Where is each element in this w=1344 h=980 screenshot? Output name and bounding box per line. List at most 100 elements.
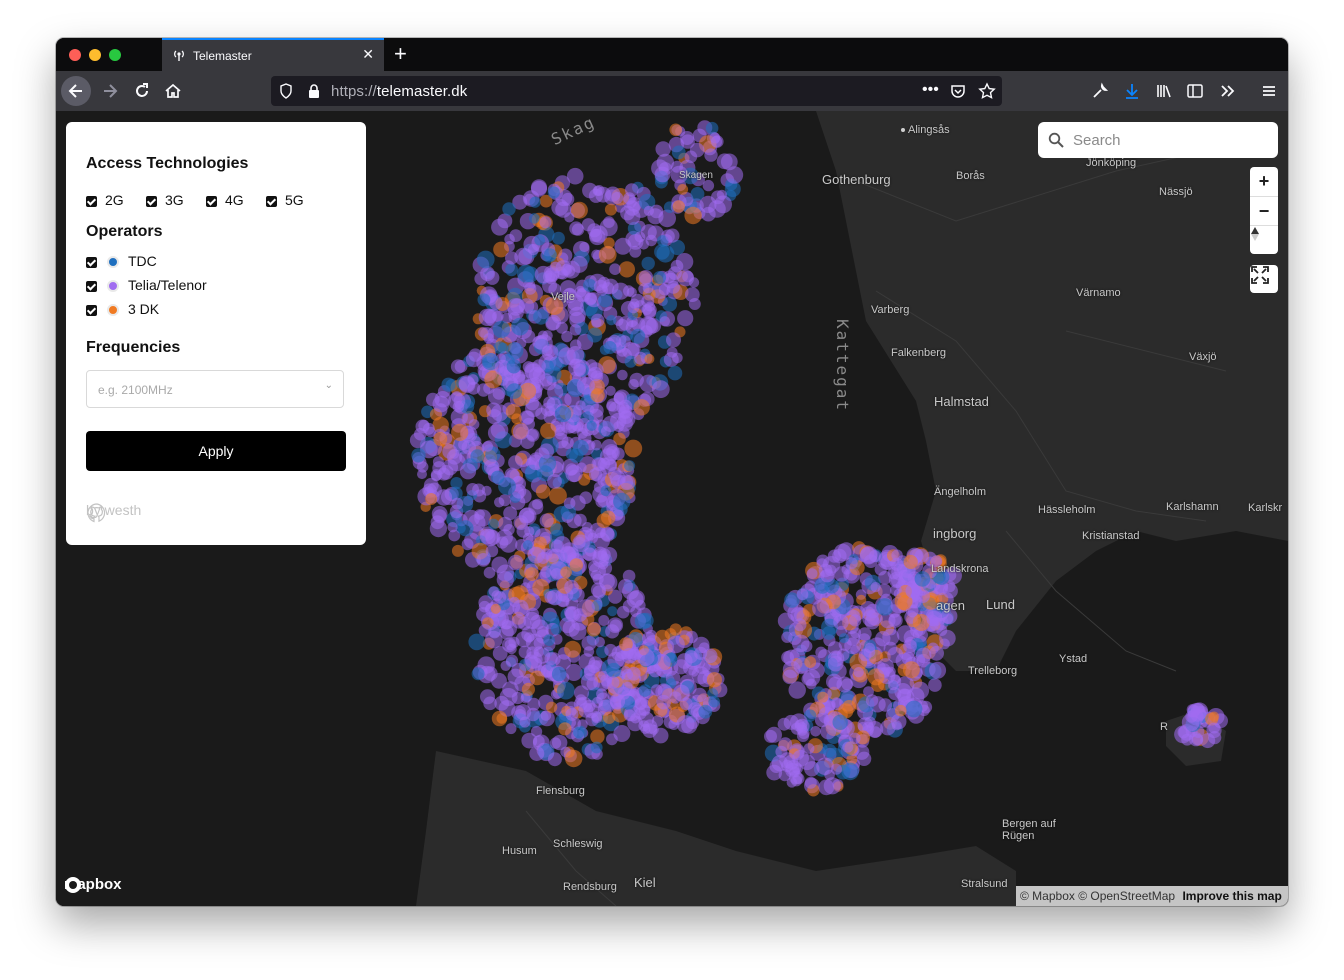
cell-site-marker[interactable] xyxy=(641,256,655,271)
cell-site-marker[interactable] xyxy=(494,695,510,711)
cell-site-marker[interactable] xyxy=(905,700,923,718)
cell-site-marker[interactable] xyxy=(592,573,604,585)
attribution-text[interactable]: © Mapbox © OpenStreetMap xyxy=(1020,889,1175,903)
checkbox-icon[interactable] xyxy=(86,304,97,316)
cell-site-marker[interactable] xyxy=(491,218,509,236)
cell-site-marker[interactable] xyxy=(554,426,568,440)
cell-site-marker[interactable] xyxy=(506,359,521,374)
cell-site-marker[interactable] xyxy=(506,383,523,399)
cell-site-marker[interactable] xyxy=(915,647,932,664)
cell-site-marker[interactable] xyxy=(505,263,518,277)
compass-button[interactable] xyxy=(1250,225,1278,255)
cell-site-marker[interactable] xyxy=(543,396,556,409)
cell-site-marker[interactable] xyxy=(447,522,458,533)
cell-site-marker[interactable] xyxy=(573,726,585,739)
cell-site-marker[interactable] xyxy=(793,618,807,632)
lock-icon[interactable] xyxy=(307,83,321,99)
cell-site-marker[interactable] xyxy=(667,365,683,381)
cell-site-marker[interactable] xyxy=(491,404,509,422)
cell-site-marker[interactable] xyxy=(478,600,491,613)
tech-2g-checkbox[interactable]: 2G xyxy=(86,192,124,208)
cell-site-marker[interactable] xyxy=(494,497,505,508)
cell-site-marker[interactable] xyxy=(539,216,552,229)
cell-site-marker[interactable] xyxy=(817,691,829,703)
cell-site-marker[interactable] xyxy=(856,751,872,766)
cell-site-marker[interactable] xyxy=(816,554,830,568)
cell-site-marker[interactable] xyxy=(684,287,700,302)
cell-site-marker[interactable] xyxy=(525,567,539,581)
minimize-window-button[interactable] xyxy=(89,49,101,61)
zoom-out-button[interactable]: − xyxy=(1250,196,1278,226)
zoom-in-button[interactable]: + xyxy=(1250,167,1278,196)
cell-site-marker[interactable] xyxy=(858,648,872,662)
operator-tdc-checkbox[interactable]: TDC xyxy=(86,253,157,269)
cell-site-marker[interactable] xyxy=(850,645,861,655)
cell-site-marker[interactable] xyxy=(492,320,511,339)
checkbox-icon[interactable] xyxy=(266,195,277,207)
cell-site-marker[interactable] xyxy=(655,141,671,157)
cell-site-marker[interactable] xyxy=(488,518,499,530)
cell-site-marker[interactable] xyxy=(864,716,876,728)
pocket-icon[interactable] xyxy=(950,83,966,99)
cell-site-marker[interactable] xyxy=(826,673,843,690)
cell-site-marker[interactable] xyxy=(543,634,555,646)
cell-site-marker[interactable] xyxy=(470,449,485,464)
cell-site-marker[interactable] xyxy=(598,615,610,626)
improve-map-link[interactable]: Improve this map xyxy=(1182,889,1281,903)
cell-site-marker[interactable] xyxy=(782,669,798,685)
map-canvas[interactable]: Skag Kattegat Alingsås Gothenburg Borås … xyxy=(56,111,1288,906)
cell-site-marker[interactable] xyxy=(540,422,557,439)
overflow-button[interactable] xyxy=(1214,77,1242,105)
cell-site-marker[interactable] xyxy=(609,263,621,275)
cell-site-marker[interactable] xyxy=(716,189,728,200)
cell-site-marker[interactable] xyxy=(781,631,793,643)
cell-site-marker[interactable] xyxy=(535,484,551,499)
cell-site-marker[interactable] xyxy=(792,749,809,767)
cell-site-marker[interactable] xyxy=(511,663,527,678)
cell-site-marker[interactable] xyxy=(865,694,879,707)
cell-site-marker[interactable] xyxy=(698,704,713,719)
cell-site-marker[interactable] xyxy=(581,218,596,232)
cell-site-marker[interactable] xyxy=(888,679,899,691)
cell-site-marker[interactable] xyxy=(562,260,581,279)
cell-site-marker[interactable] xyxy=(613,725,631,742)
cell-site-marker[interactable] xyxy=(903,639,917,653)
cell-site-marker[interactable] xyxy=(586,622,601,637)
cell-site-marker[interactable] xyxy=(874,563,887,576)
cell-site-marker[interactable] xyxy=(642,282,654,294)
cell-site-marker[interactable] xyxy=(641,294,655,308)
cell-site-marker[interactable] xyxy=(836,648,850,662)
checkbox-icon[interactable] xyxy=(206,195,217,207)
close-tab-icon[interactable]: ✕ xyxy=(362,47,374,61)
cell-site-marker[interactable] xyxy=(667,280,680,294)
cell-site-marker[interactable] xyxy=(628,590,645,606)
cell-site-marker[interactable] xyxy=(789,713,808,732)
cell-site-marker[interactable] xyxy=(547,752,562,767)
address-bar[interactable]: https://telemaster.dk ••• xyxy=(271,76,1002,106)
cell-site-marker[interactable] xyxy=(694,646,708,660)
cell-site-marker[interactable] xyxy=(812,599,830,617)
cell-site-marker[interactable] xyxy=(815,646,827,658)
cell-site-marker[interactable] xyxy=(510,298,526,314)
cell-site-marker[interactable] xyxy=(711,135,724,148)
cell-site-marker[interactable] xyxy=(441,377,456,392)
cell-site-marker[interactable] xyxy=(644,353,655,364)
cell-site-marker[interactable] xyxy=(666,332,681,348)
cell-site-marker[interactable] xyxy=(618,579,633,594)
cell-site-marker[interactable] xyxy=(478,624,492,637)
cell-site-marker[interactable] xyxy=(870,582,881,593)
cell-site-marker[interactable] xyxy=(603,711,616,724)
cell-site-marker[interactable] xyxy=(602,282,615,295)
cell-site-marker[interactable] xyxy=(638,684,652,697)
cell-site-marker[interactable] xyxy=(503,506,518,521)
cell-site-marker[interactable] xyxy=(606,315,617,326)
cell-site-marker[interactable] xyxy=(547,186,560,199)
cell-site-marker[interactable] xyxy=(891,549,903,561)
cell-site-marker[interactable] xyxy=(653,271,667,284)
cell-site-marker[interactable] xyxy=(582,522,593,533)
cell-site-marker[interactable] xyxy=(598,245,617,264)
cell-site-marker[interactable] xyxy=(515,704,532,721)
cell-site-marker[interactable] xyxy=(564,640,582,658)
cell-site-marker[interactable] xyxy=(521,410,535,424)
cell-site-marker[interactable] xyxy=(505,723,517,735)
